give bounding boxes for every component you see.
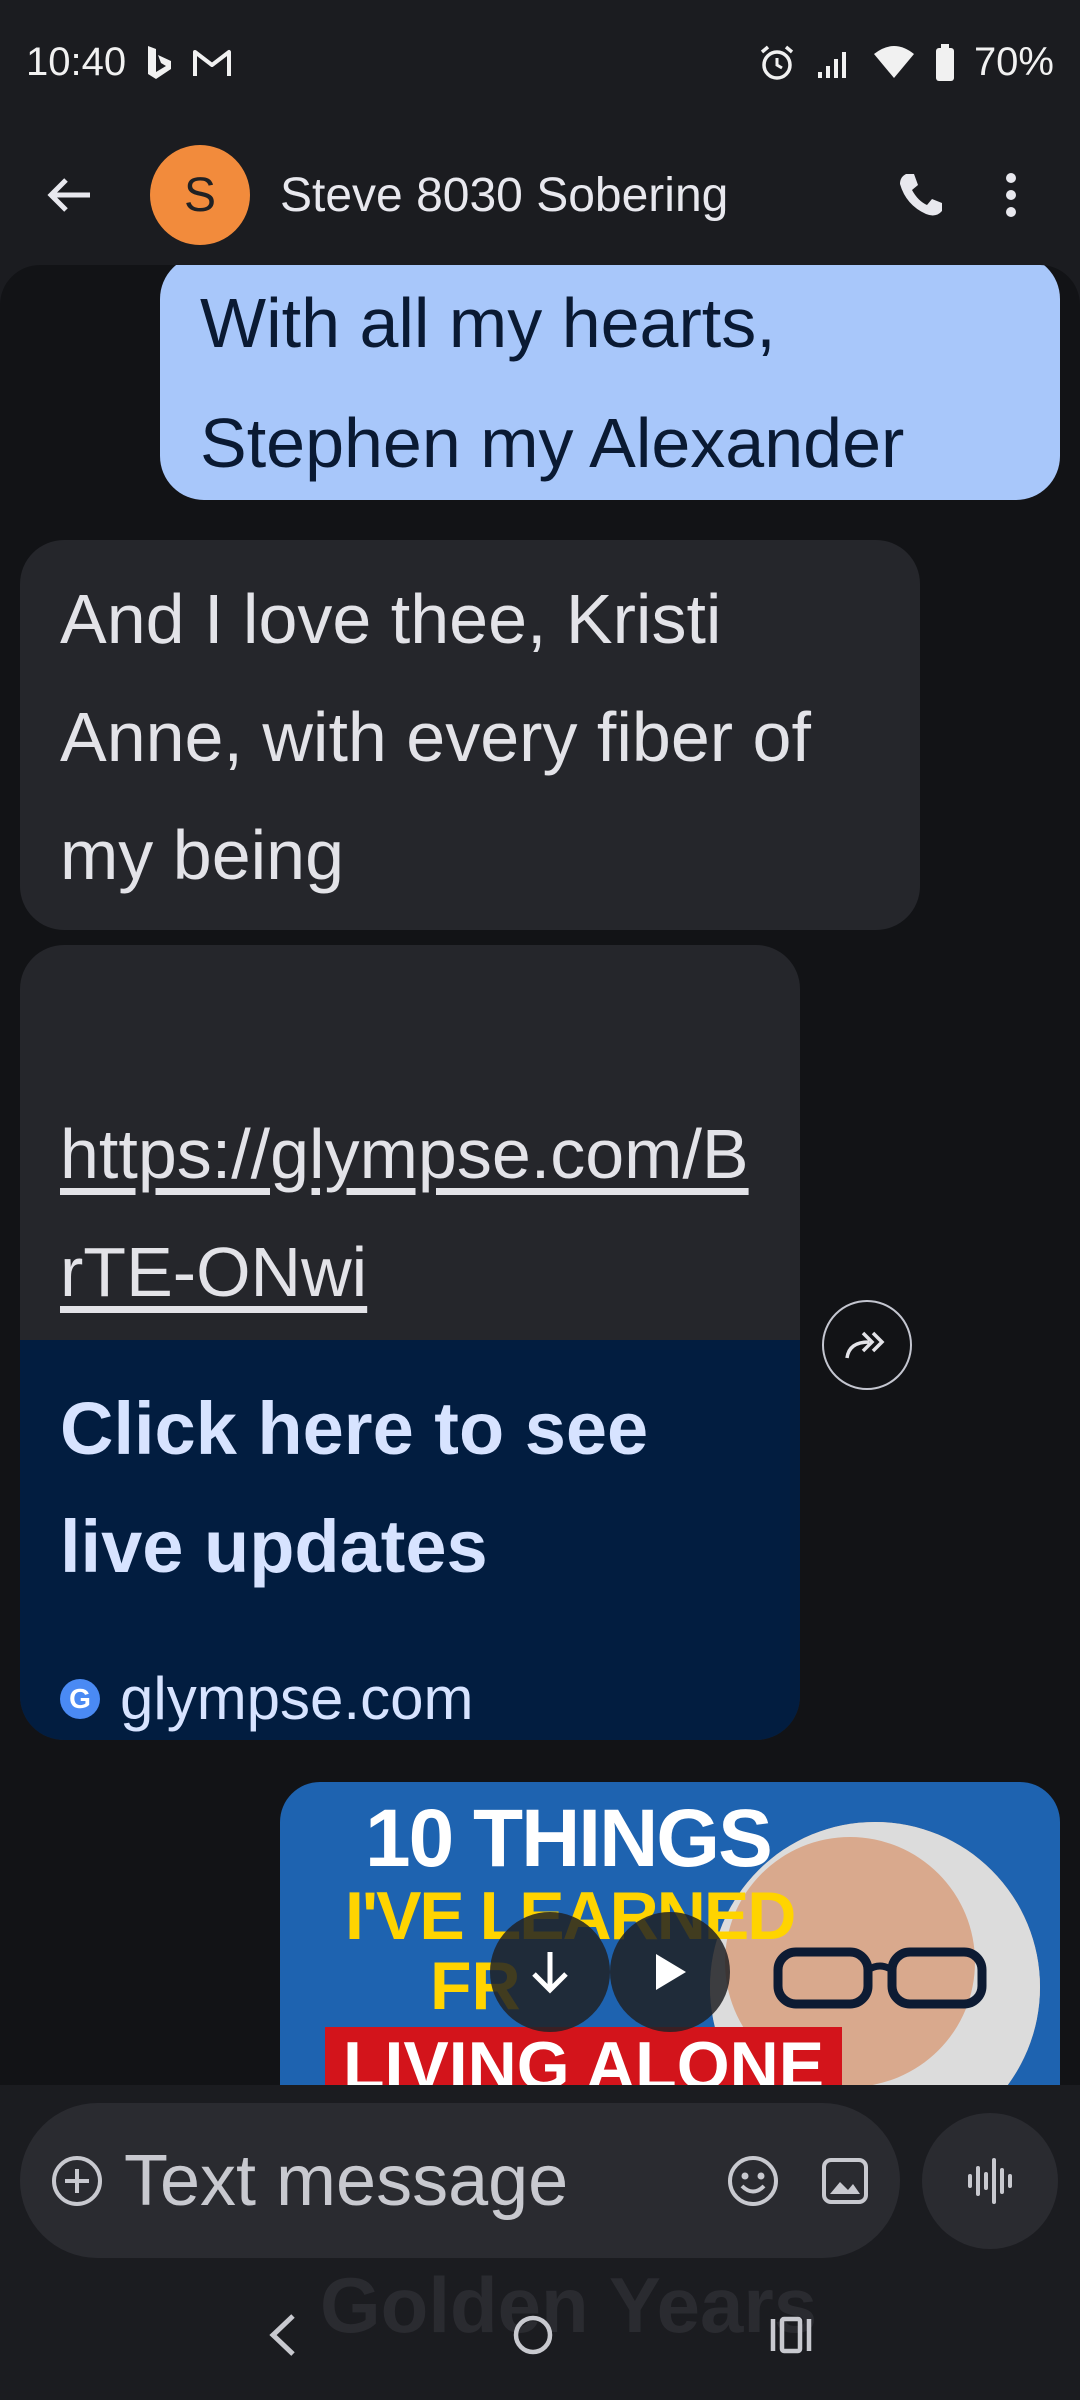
- arrow-back-icon: [47, 178, 90, 212]
- nav-recents-button[interactable]: [769, 2315, 813, 2355]
- wifi-icon: [872, 44, 916, 82]
- emoji-icon: [728, 2155, 778, 2206]
- nav-back-icon: [269, 2314, 296, 2356]
- link-preview-title: Click here to see live updates: [60, 1387, 649, 1588]
- image-icon: [822, 2157, 868, 2204]
- recents-icon: [770, 2316, 811, 2354]
- link-preview-domain: glympse.com: [120, 1665, 474, 1732]
- contact-name[interactable]: Steve 8030 Sobering: [280, 168, 876, 223]
- link-preview-site: G glympse.com: [60, 1640, 473, 1740]
- video-thumbnail-message[interactable]: 10 THINGS I'VE LEARNED FR LIVING ALONE: [280, 1782, 1060, 2085]
- nav-back-button[interactable]: [267, 2312, 297, 2358]
- more-vert-icon: [1006, 173, 1016, 217]
- status-time: 10:40: [26, 40, 127, 84]
- add-circle-icon: [52, 2155, 102, 2206]
- glasses-image: [773, 1947, 987, 2009]
- download-arrow-icon: [532, 1952, 568, 1994]
- status-bar: 10:40 70%: [0, 0, 1080, 125]
- share-button[interactable]: [822, 1300, 912, 1390]
- download-button[interactable]: [490, 1912, 610, 2032]
- back-button[interactable]: [24, 150, 114, 240]
- home-icon: [513, 2315, 553, 2355]
- video-title-line: LIVING ALONE: [325, 2027, 843, 2085]
- incoming-message-bubble[interactable]: And I love thee, Kristi Anne, with every…: [20, 540, 920, 930]
- outgoing-message-bubble[interactable]: With all my hearts, Stephen my Alexander: [160, 265, 1060, 500]
- incoming-link-message[interactable]: https://glympse.com/BrTE-ONwi Click here…: [20, 945, 800, 1740]
- video-title-line: 10 THINGS: [365, 1793, 773, 1884]
- gallery-button[interactable]: [820, 2156, 870, 2206]
- play-button[interactable]: [610, 1912, 730, 2032]
- voice-waveform-icon: [968, 2158, 1012, 2204]
- play-icon: [656, 1954, 686, 1990]
- nav-home-button[interactable]: [512, 2314, 554, 2356]
- voice-message-button[interactable]: [922, 2113, 1058, 2249]
- signal-icon: [814, 44, 854, 82]
- message-link[interactable]: https://glympse.com/BrTE-ONwi: [60, 1095, 760, 1331]
- bing-icon: [144, 44, 174, 82]
- alarm-icon: [758, 44, 796, 82]
- call-button[interactable]: [876, 150, 966, 240]
- conversation-header: S Steve 8030 Sobering: [0, 125, 1080, 265]
- phone-icon: [900, 174, 942, 216]
- system-navigation-bar: [0, 2270, 1080, 2400]
- gmail-icon: [192, 47, 232, 79]
- link-preview-card[interactable]: Click here to see live updates G glympse…: [20, 1340, 800, 1740]
- more-options-button[interactable]: [966, 150, 1056, 240]
- add-attachment-button[interactable]: [50, 2154, 104, 2208]
- compose-bar: Text message: [20, 2103, 900, 2258]
- message-text-line: With all my hearts,: [200, 284, 776, 362]
- battery-icon: [934, 43, 956, 83]
- message-input[interactable]: Text message: [124, 2140, 726, 2222]
- message-text: And I love thee, Kristi Anne, with every…: [60, 580, 811, 894]
- forward-icon: [845, 1331, 885, 1359]
- site-favicon-icon: G: [60, 1679, 100, 1719]
- contact-avatar[interactable]: S: [150, 145, 250, 245]
- message-list[interactable]: With all my hearts, Stephen my Alexander…: [0, 265, 1080, 2085]
- battery-percent: 70%: [973, 40, 1054, 84]
- message-text-line: Stephen my Alexander: [200, 404, 905, 482]
- emoji-button[interactable]: [726, 2154, 780, 2208]
